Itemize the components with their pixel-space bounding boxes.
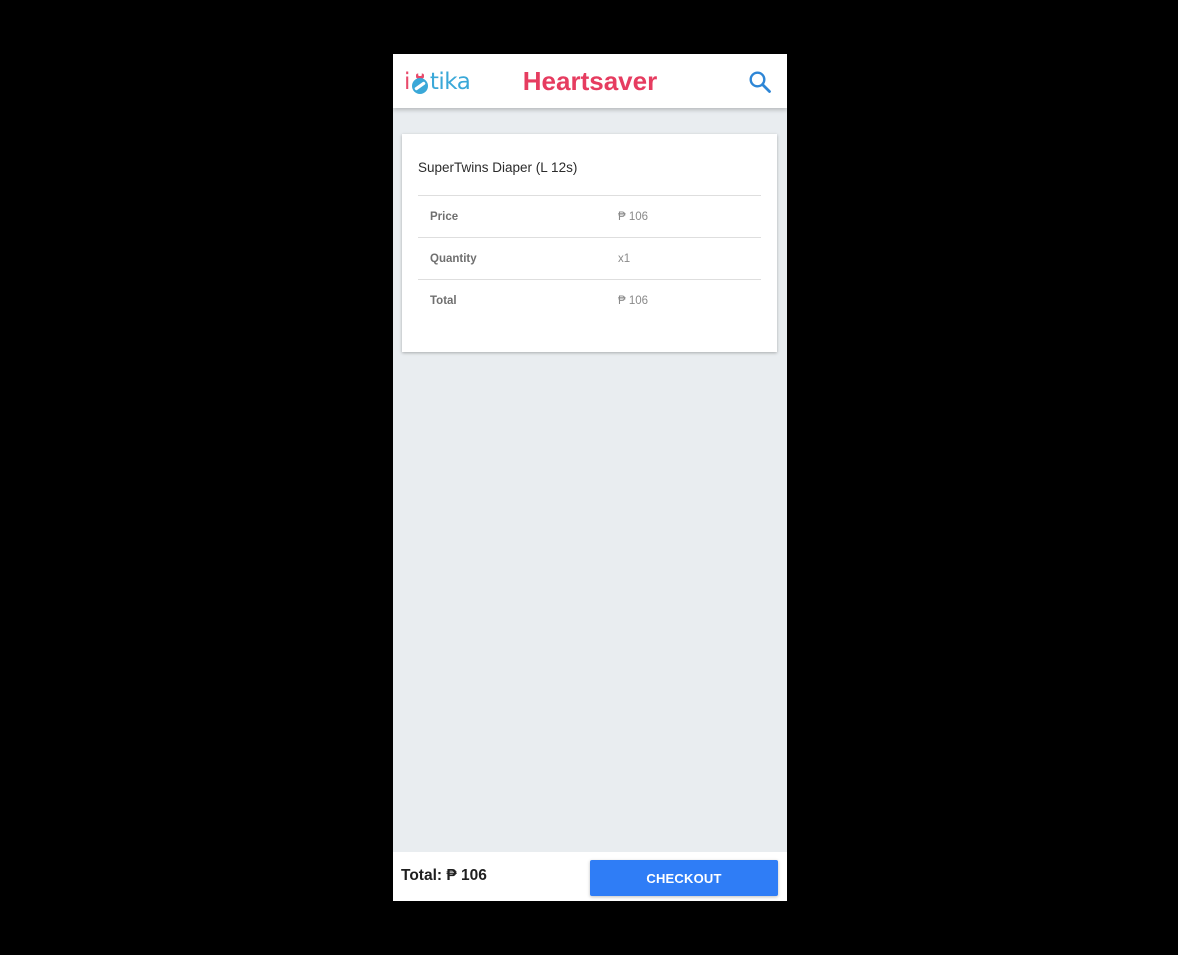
app-screen: i tika Heartsaver SuperTwins Diaper (L 1…: [393, 54, 787, 901]
quantity-value: x1: [618, 252, 631, 265]
cart-total: Total: ₱ 106: [401, 867, 487, 884]
table-row: Quantity x1: [418, 237, 761, 280]
cart-item-card: SuperTwins Diaper (L 12s) Price ₱ 106 Qu…: [402, 134, 777, 352]
table-row: Price ₱ 106: [418, 195, 761, 238]
table-row: Total ₱ 106: [418, 279, 761, 322]
search-icon: [749, 71, 771, 93]
cart-item-details: Price ₱ 106 Quantity x1 Total ₱ 106: [418, 195, 761, 322]
price-label: Price: [430, 210, 459, 223]
total-value: ₱ 106: [618, 294, 649, 307]
total-label: Total: [430, 294, 457, 307]
page-title: Heartsaver: [522, 66, 658, 96]
search-button[interactable]: [747, 69, 773, 95]
quantity-label: Quantity: [430, 252, 477, 265]
product-name: SuperTwins Diaper (L 12s): [418, 160, 578, 175]
checkout-bar: Total: ₱ 106 CHECKOUT: [393, 852, 787, 901]
app-header: i tika Heartsaver: [393, 54, 787, 108]
checkout-button[interactable]: CHECKOUT: [590, 860, 778, 896]
price-value: ₱ 106: [618, 210, 649, 223]
